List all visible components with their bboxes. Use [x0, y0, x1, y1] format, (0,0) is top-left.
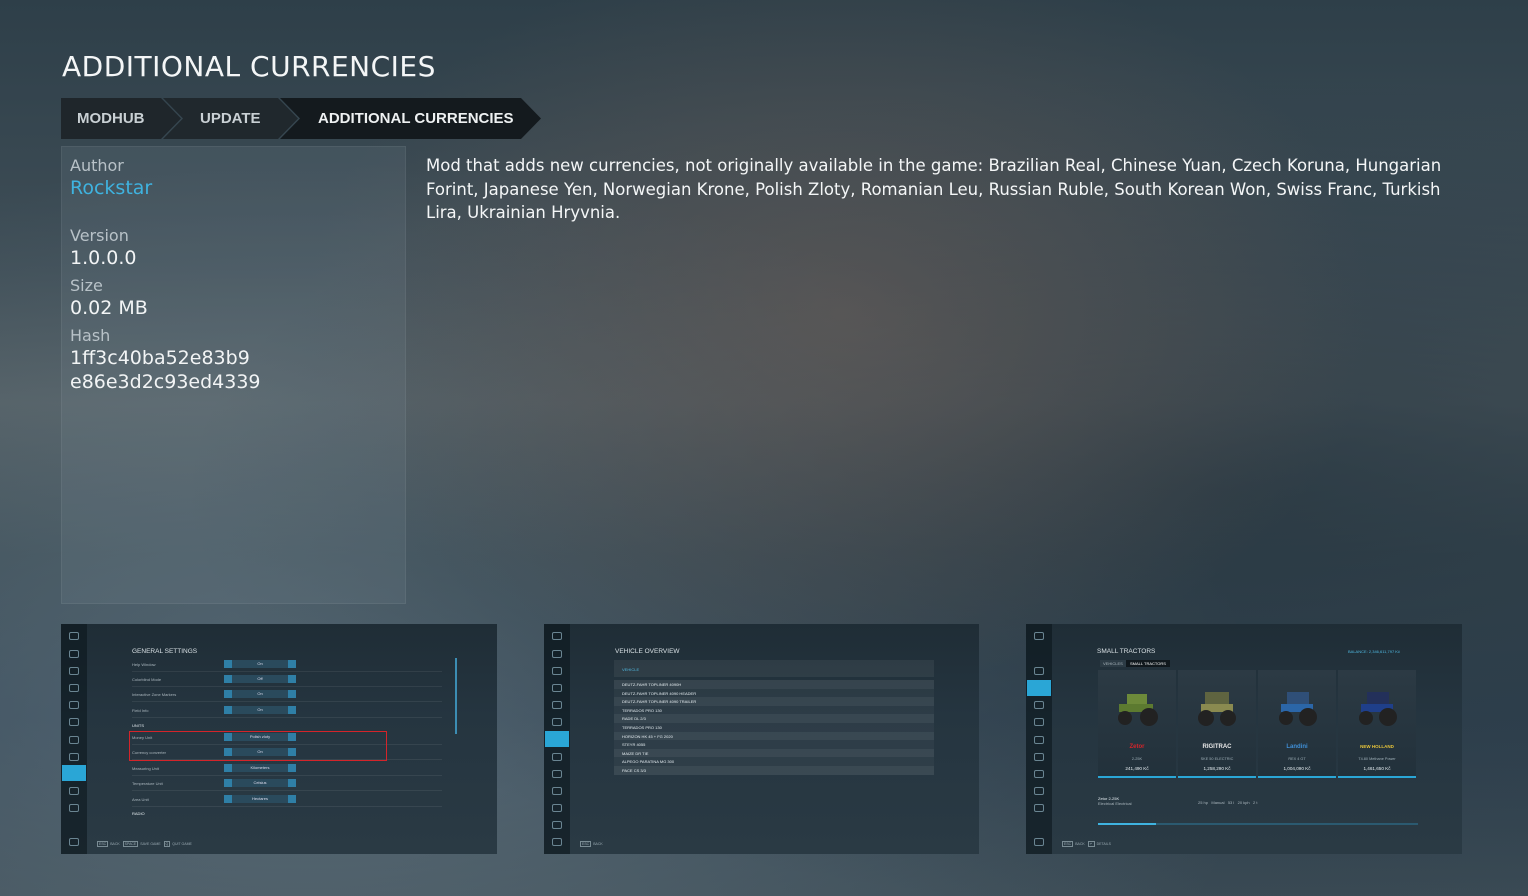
- model-label: 2-25K: [1131, 757, 1143, 761]
- radio-section-label: RADIO: [132, 811, 145, 816]
- setting-selector[interactable]: On: [224, 690, 296, 698]
- tractor-card[interactable]: RIGITRAC SKE 50 ELECTRIC 1,258,290 Kč: [1178, 670, 1256, 778]
- breadcrumb-update[interactable]: UPDATE: [163, 98, 298, 139]
- vehicle-overview-title: VEHICLE OVERVIEW: [615, 648, 680, 655]
- setting-label: Help Window: [132, 662, 156, 667]
- settings-icon: [62, 765, 86, 781]
- table-row[interactable]: RADE DL 2/3: [614, 714, 934, 723]
- vehicles-icon: [545, 731, 569, 747]
- setting-label: Colorblind Mode: [132, 677, 162, 682]
- table-row[interactable]: ALPEGO PARATINA MG 300: [614, 757, 934, 766]
- price-label: 1,461,650 Kč: [1363, 766, 1391, 771]
- setting-label: Area Unit: [132, 797, 149, 802]
- scrollbar[interactable]: [455, 658, 457, 734]
- model-label: T4.80 Methane Power: [1358, 757, 1396, 761]
- setting-selector[interactable]: Off: [224, 675, 296, 683]
- units-section-label: UNITS: [132, 723, 144, 728]
- tractor-icon: [1359, 692, 1397, 726]
- screenshot-general-settings[interactable]: GENERAL SETTINGS Help Window On Colorblind…: [61, 624, 497, 854]
- highlight-box: [129, 731, 387, 761]
- hint-bar: ESC BACK: [580, 841, 603, 847]
- setting-selector[interactable]: On: [224, 660, 296, 668]
- hash-label: Hash: [70, 326, 111, 345]
- author-link[interactable]: Rockstar: [70, 176, 397, 200]
- setting-label: Field Info: [132, 708, 149, 713]
- hash-value-line1: 1ff3c40ba52e83b9: [70, 347, 250, 369]
- table-row[interactable]: MAIZE DR TIE: [614, 748, 934, 758]
- version-value: 1.0.0.0: [70, 247, 137, 269]
- setting-selector[interactable]: Hectares: [224, 795, 296, 803]
- table-row[interactable]: HORIZON HK 45 + FG 2020: [614, 731, 934, 741]
- price-label: 241,490 Kč: [1125, 766, 1149, 771]
- size-value: 0.02 MB: [70, 297, 148, 319]
- brand-label: Landini: [1286, 744, 1308, 750]
- tractor-icon: [1279, 692, 1317, 726]
- mod-description: Mod that adds new currencies, not origin…: [426, 156, 1442, 222]
- table-header: VEHICLE: [614, 660, 934, 677]
- small-tractors-title: SMALL TRACTORS: [1097, 648, 1156, 655]
- hash-value-line2: e86e3d2c93ed4339: [70, 371, 261, 393]
- breadcrumb-modhub[interactable]: MODHUB: [61, 98, 181, 139]
- balance-text: BALANCE: 2,346,611,797 Kč: [1348, 649, 1400, 654]
- breadcrumb: MODHUB UPDATE ADDITIONAL CURRENCIES: [61, 98, 523, 139]
- table-row[interactable]: DEUTZ-FAHR TOPLINER 4090 TRAILER: [614, 697, 934, 706]
- price-label: 1,004,090 Kč: [1283, 766, 1311, 771]
- setting-label: Temperature Unit: [132, 781, 163, 786]
- brand-label: Zetor: [1129, 744, 1145, 750]
- setting-selector[interactable]: On: [224, 706, 296, 714]
- table-row[interactable]: DEUTZ-FAHR TOPLINER 4090H: [614, 680, 934, 689]
- tractor-icon: [1118, 694, 1158, 726]
- side-menu: [544, 624, 570, 854]
- table-row[interactable]: TERRADOS PRO 130: [614, 723, 934, 732]
- breadcrumb-current: ADDITIONAL CURRENCIES: [280, 98, 541, 139]
- side-menu: [61, 624, 87, 854]
- scroll-track[interactable]: [1098, 823, 1418, 825]
- tab-vehicles[interactable]: VEHICLES: [1100, 660, 1126, 667]
- tractor-card[interactable]: Landini REX 4 GT 1,004,090 Kč: [1258, 670, 1336, 778]
- tractor-icon: [1198, 692, 1236, 726]
- table-row[interactable]: STEYR 4055: [614, 740, 934, 749]
- price-label: 1,258,290 Kč: [1203, 766, 1231, 771]
- size-label: Size: [70, 276, 103, 295]
- page-title: ADDITIONAL CURRENCIES: [62, 50, 436, 83]
- author-label: Author: [70, 156, 124, 175]
- shop-icon: [1027, 680, 1051, 696]
- tab-small-tractors[interactable]: SMALL TRACTORS: [1126, 660, 1170, 667]
- version-label: Version: [70, 226, 129, 245]
- setting-label: Measuring Unit: [132, 766, 159, 771]
- general-settings-title: GENERAL SETTINGS: [132, 648, 198, 655]
- brand-label: RIGITRAC: [1202, 744, 1232, 750]
- setting-selector[interactable]: Celsius: [224, 779, 296, 787]
- model-label: SKE 50 ELECTRIC: [1200, 757, 1234, 761]
- model-label: REX 4 GT: [1288, 757, 1306, 761]
- setting-label: Interactive Zone Markers: [132, 692, 177, 697]
- screenshot-vehicle-overview[interactable]: VEHICLE OVERVIEW VEHICLE DEUTZ-FAHR TOPL…: [544, 624, 979, 854]
- mod-info-panel: Author Rockstar Version 1.0.0.0 Size 0.0…: [61, 146, 406, 604]
- hint-bar: ESC BACK ↵ DETAILS: [1062, 841, 1111, 847]
- tractor-card[interactable]: Zetor 2-25K 241,490 Kč: [1098, 670, 1176, 778]
- brand-label: NEW HOLLAND: [1360, 744, 1394, 749]
- screenshot-small-tractors[interactable]: SMALL TRACTORS BALANCE: 2,346,611,797 Kč…: [1026, 624, 1462, 854]
- tractor-card[interactable]: NEW HOLLAND T4.80 Methane Power 1,461,65…: [1338, 670, 1416, 778]
- table-row[interactable]: TERRADOS PRO 130: [614, 705, 934, 715]
- setting-selector[interactable]: Kilometers: [224, 764, 296, 772]
- hint-bar: ESC BACK SPACE SAVE GAME Q QUIT GAME: [97, 841, 192, 847]
- spec-list: 25 hp Manual 53 l 20 kph 2 t: [1198, 800, 1258, 805]
- table-row[interactable]: PACE CS 3/3: [614, 766, 934, 775]
- table-row[interactable]: DEUTZ-FAHR TOPLINER 4090 HEADER: [614, 688, 934, 698]
- selected-vehicle-sub: Electrical Electrical: [1098, 801, 1132, 806]
- side-menu: [1026, 624, 1052, 854]
